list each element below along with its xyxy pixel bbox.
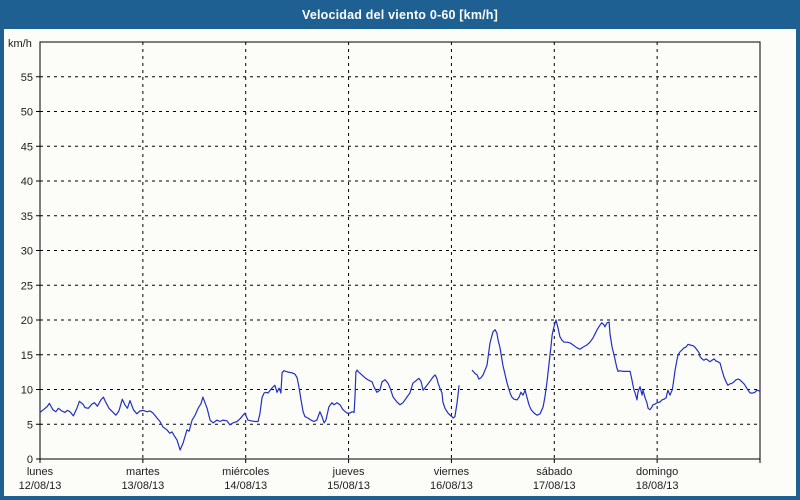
y-tick-label: 15 xyxy=(21,350,33,362)
y-tick-label: 30 xyxy=(21,246,33,258)
y-tick-label: 50 xyxy=(21,107,33,119)
x-date-label: 18/08/13 xyxy=(636,480,679,492)
x-day-label: martes xyxy=(126,466,160,478)
chart-title: Velocidad del viento 0-60 [km/h] xyxy=(301,7,499,22)
x-date-label: 12/08/13 xyxy=(19,480,62,492)
x-date-label: 13/08/13 xyxy=(121,480,164,492)
title-bar: Velocidad del viento 0-60 [km/h] xyxy=(0,0,800,29)
x-day-label: sábado xyxy=(536,466,572,478)
x-day-label: viernes xyxy=(434,466,470,478)
x-day-label: jueves xyxy=(332,466,365,478)
wind-speed-line xyxy=(471,319,761,416)
x-day-label: lunes xyxy=(27,466,54,478)
y-tick-label: 5 xyxy=(27,419,33,431)
wind-speed-chart: 0 5 10 15 20 25 30 35 40 45 50 55 km/h lunes 12/08/13 m… xyxy=(8,38,761,492)
chart-area: 0 5 10 15 20 25 30 35 40 45 50 55 km/h lunes 12/08/13 m… xyxy=(4,29,796,496)
x-date-label: 16/08/13 xyxy=(430,480,473,492)
y-tick-label: 55 xyxy=(21,72,33,84)
y-tick-label: 40 xyxy=(21,176,33,188)
y-tick-label: 20 xyxy=(21,315,33,327)
y-tick-label: 25 xyxy=(21,280,33,292)
y-tick-label: 10 xyxy=(21,385,33,397)
x-date-label: 14/08/13 xyxy=(224,480,267,492)
x-day-label: domingo xyxy=(636,466,678,478)
y-tick-label: 0 xyxy=(27,454,33,466)
x-date-label: 17/08/13 xyxy=(533,480,576,492)
wind-speed-line xyxy=(39,369,460,451)
y-tick-label: 45 xyxy=(21,141,33,153)
x-day-label: miércoles xyxy=(222,466,270,478)
window-frame: Velocidad del viento 0-60 [km/h] 0 5 10 15 2… xyxy=(0,0,800,500)
y-tick-label: 35 xyxy=(21,211,33,223)
x-date-label: 15/08/13 xyxy=(327,480,370,492)
y-axis-unit-label: km/h xyxy=(8,38,32,50)
